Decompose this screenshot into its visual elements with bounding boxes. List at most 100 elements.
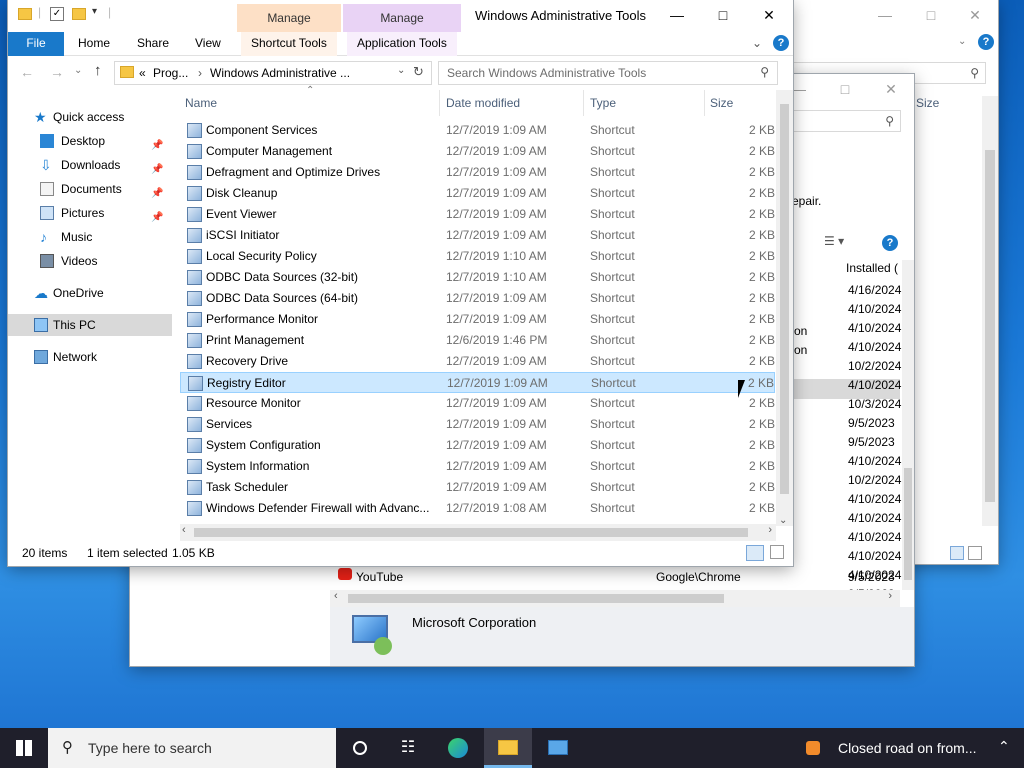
task-view-button[interactable]: ☷: [384, 728, 432, 768]
file-row[interactable]: Recovery Drive 12/7/2019 1:09 AM Shortcut 2…: [180, 351, 775, 372]
show-hidden-icons-icon[interactable]: ⌃: [998, 738, 1010, 755]
column-header-name[interactable]: Name: [185, 90, 217, 116]
help-icon[interactable]: ?: [978, 34, 994, 50]
cortana-button[interactable]: [336, 728, 384, 768]
nav-item-pictures[interactable]: Pictures 📌: [8, 202, 172, 224]
file-row[interactable]: Performance Monitor 12/7/2019 1:09 AM Shor…: [180, 309, 775, 330]
address-bar[interactable]: « Prog... › Windows Administrative ... ⌄…: [114, 61, 432, 85]
maximize-button[interactable]: □: [908, 0, 954, 30]
maximize-button[interactable]: □: [822, 74, 868, 104]
column-header-size[interactable]: Size: [710, 90, 733, 116]
file-row[interactable]: Windows Defender Firewall with Advanc...…: [180, 498, 775, 519]
details-view-icon[interactable]: [950, 546, 964, 560]
nav-item-quick-access[interactable]: ★ Quick access: [8, 106, 172, 128]
file-row[interactable]: Print Management 12/6/2019 1:46 PM Shortcu…: [180, 330, 775, 351]
maximize-button[interactable]: □: [700, 0, 746, 30]
nav-item-videos[interactable]: Videos: [8, 250, 172, 272]
file-row[interactable]: Resource Monitor 12/7/2019 1:09 AM Shortcu…: [180, 393, 775, 414]
tab-view[interactable]: View: [185, 32, 231, 56]
file-row[interactable]: System Configuration 12/7/2019 1:09 AM Sho…: [180, 435, 775, 456]
up-arrow-icon[interactable]: ↑: [94, 62, 102, 79]
tab-shortcut-tools[interactable]: Shortcut Tools: [241, 32, 337, 56]
nav-item-music[interactable]: ♪ Music: [8, 226, 172, 248]
tab-home[interactable]: Home: [68, 32, 120, 56]
details-view-icon[interactable]: [746, 545, 764, 561]
edge-button[interactable]: [434, 728, 482, 768]
nav-item-network[interactable]: Network: [8, 346, 172, 368]
close-button[interactable]: ✕: [868, 74, 914, 104]
ribbon-tabs[interactable]: File Home Share View Shortcut Tools Appl…: [8, 32, 793, 56]
file-row[interactable]: Component Services 12/7/2019 1:09 AM Short…: [180, 120, 775, 141]
tab-share[interactable]: Share: [127, 32, 179, 56]
scrollbar-thumb[interactable]: [780, 104, 789, 494]
address-overflow[interactable]: «: [139, 66, 146, 80]
vertical-scrollbar[interactable]: [982, 96, 998, 526]
properties-icon[interactable]: ✓: [50, 7, 64, 21]
new-folder-icon[interactable]: [72, 8, 86, 20]
view-options-icon[interactable]: ☰ ▾: [824, 234, 844, 248]
scroll-right-icon[interactable]: ›: [768, 524, 772, 536]
search-icon[interactable]: ⚲: [760, 65, 769, 79]
start-button[interactable]: [0, 728, 48, 768]
vertical-scrollbar[interactable]: [902, 260, 914, 590]
file-explorer-button[interactable]: [484, 728, 532, 768]
file-row[interactable]: Computer Management 12/7/2019 1:09 AM Shor…: [180, 141, 775, 162]
address-dropdown-icon[interactable]: ⌄: [397, 65, 405, 76]
minimize-button[interactable]: —: [862, 0, 908, 30]
nav-item-desktop[interactable]: Desktop 📌: [8, 130, 172, 152]
search-input[interactable]: Search Windows Administrative Tools: [447, 66, 646, 80]
scrollbar-thumb[interactable]: [985, 150, 995, 502]
file-row[interactable]: ODBC Data Sources (32-bit) 12/7/2019 1:10…: [180, 267, 775, 288]
nav-item-documents[interactable]: Documents 📌: [8, 178, 172, 200]
column-header-date[interactable]: Date modified: [446, 90, 520, 116]
recent-locations-icon[interactable]: ⌄: [74, 65, 82, 76]
title-bar[interactable]: | ✓ ▾ | Manage Manage Windows Administra…: [8, 0, 793, 32]
column-header-type[interactable]: Type: [590, 90, 616, 116]
vertical-scrollbar[interactable]: ⌄: [776, 90, 793, 526]
help-icon[interactable]: ?: [882, 235, 898, 251]
file-row[interactable]: Task Scheduler 12/7/2019 1:09 AM Shortcut 2…: [180, 477, 775, 498]
nav-item-downloads[interactable]: ⇩ Downloads 📌: [8, 154, 172, 176]
help-icon[interactable]: ?: [773, 35, 789, 51]
large-icons-view-icon[interactable]: [770, 545, 784, 559]
file-row[interactable]: ODBC Data Sources (64-bit) 12/7/2019 1:09…: [180, 288, 775, 309]
control-panel-button[interactable]: [534, 728, 582, 768]
back-arrow-icon[interactable]: ←: [20, 64, 34, 80]
file-row[interactable]: System Information 12/7/2019 1:09 AM Short…: [180, 456, 775, 477]
horizontal-scrollbar[interactable]: ‹ ›: [180, 524, 776, 541]
taskbar-search[interactable]: ⚲ Type here to search: [48, 728, 336, 768]
minimize-button[interactable]: —: [654, 0, 700, 30]
scroll-left-icon[interactable]: ‹: [182, 524, 186, 536]
scrollbar-thumb[interactable]: [194, 528, 748, 537]
breadcrumb-admin-tools[interactable]: Windows Administrative ...: [210, 66, 350, 80]
size-column-header[interactable]: Size: [916, 96, 939, 110]
chevron-down-icon[interactable]: ⌄: [958, 36, 966, 47]
explorer-window[interactable]: | ✓ ▾ | Manage Manage Windows Administra…: [8, 0, 793, 566]
scroll-left-icon[interactable]: ‹: [334, 590, 338, 602]
column-separator[interactable]: [704, 90, 705, 116]
scrollbar-thumb[interactable]: [348, 594, 724, 603]
horizontal-scrollbar[interactable]: ‹ ›: [330, 590, 900, 607]
column-separator[interactable]: [439, 90, 440, 116]
news-notification[interactable]: Closed road on from...: [838, 740, 977, 756]
taskbar-search-input[interactable]: Type here to search: [88, 740, 212, 756]
file-row[interactable]: Defragment and Optimize Drives 12/7/2019 …: [180, 162, 775, 183]
manage-shortcut-group-tab[interactable]: Manage: [237, 4, 341, 32]
large-icons-view-icon[interactable]: [968, 546, 982, 560]
nav-item-onedrive[interactable]: ☁ OneDrive: [8, 282, 172, 304]
traffic-alert-icon[interactable]: [806, 738, 828, 758]
scrollbar-thumb[interactable]: [904, 468, 912, 580]
tab-file[interactable]: File: [8, 32, 64, 56]
file-row[interactable]: iSCSI Initiator 12/7/2019 1:09 AM Shortcut…: [180, 225, 775, 246]
column-separator[interactable]: [583, 90, 584, 116]
close-button[interactable]: ✕: [952, 0, 998, 30]
refresh-icon[interactable]: ↻: [413, 64, 424, 80]
search-box[interactable]: Search Windows Administrative Tools ⚲: [438, 61, 778, 85]
installed-on-column-header[interactable]: Installed (: [846, 261, 898, 279]
file-row[interactable]: Registry Editor 12/7/2019 1:09 AM Shortcut…: [180, 372, 775, 393]
nav-item-this-pc[interactable]: This PC: [8, 314, 172, 336]
breadcrumb-separator[interactable]: ›: [198, 66, 202, 80]
forward-arrow-icon[interactable]: →: [50, 64, 64, 80]
scroll-down-icon[interactable]: ⌄: [779, 515, 787, 526]
file-row[interactable]: Disk Cleanup 12/7/2019 1:09 AM Shortcut 2 K…: [180, 183, 775, 204]
